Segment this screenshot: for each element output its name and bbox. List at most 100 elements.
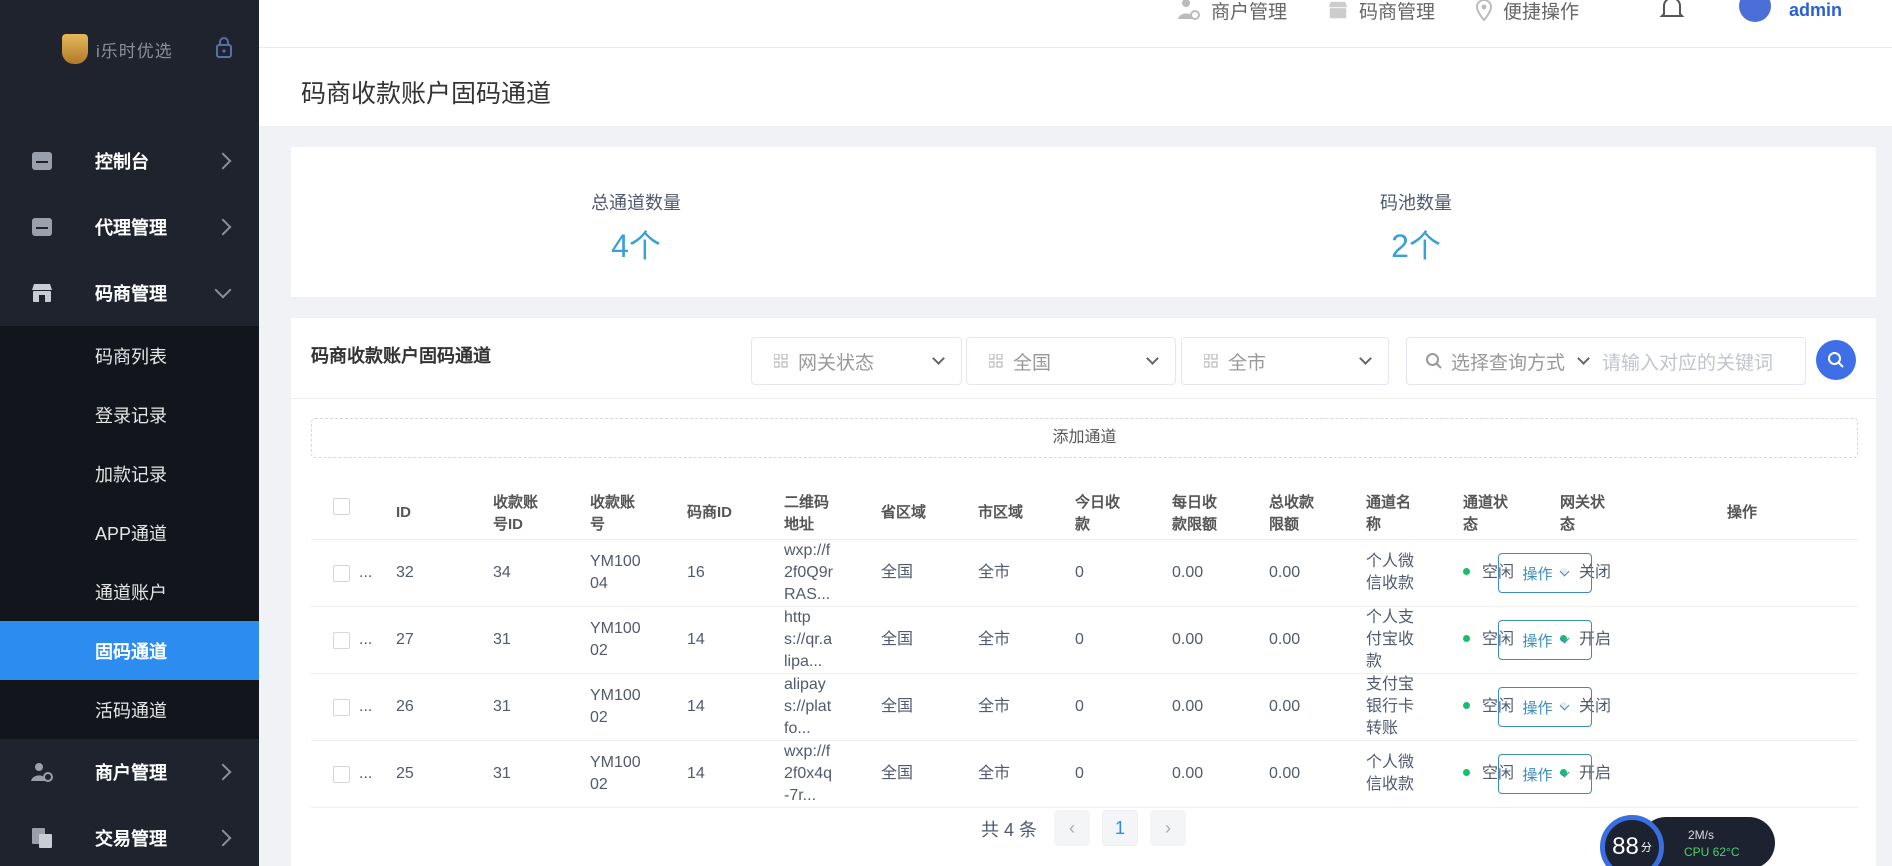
card-title: 码商收款账户固码通道	[311, 346, 491, 366]
status-dot	[1463, 568, 1470, 576]
keyword-input[interactable]: 请输入对应的关键词	[1602, 348, 1773, 375]
cell-daily-limit: 0.00	[1172, 765, 1204, 782]
sidebar-item-transaction-manage[interactable]: 交易管理	[0, 805, 259, 866]
cell-daily-limit: 0.00	[1172, 564, 1204, 581]
row-expand[interactable]: ...	[359, 629, 372, 651]
select-value: 网关状态	[798, 352, 875, 374]
sidebar-item-agent[interactable]: 代理管理	[0, 194, 259, 260]
search-icon	[1426, 353, 1442, 369]
row-checkbox[interactable]	[333, 699, 350, 716]
user-name[interactable]: admin	[1789, 0, 1842, 21]
cell-account-no: YM100 02	[590, 687, 641, 726]
cell-today: 0	[1075, 631, 1084, 648]
user-gear-icon	[31, 763, 53, 782]
cell-account-id: 31	[493, 698, 511, 715]
action-button[interactable]: 操作	[1498, 553, 1592, 593]
chevron-right-icon	[214, 829, 232, 847]
row-checkbox[interactable]	[333, 565, 350, 582]
bell-icon[interactable]	[1659, 0, 1685, 20]
monitor-icon	[32, 218, 52, 236]
cell-province: 全国	[881, 765, 914, 782]
chevron-right-icon	[214, 218, 232, 236]
select-all-checkbox[interactable]	[333, 498, 350, 515]
chevron-down-icon	[214, 281, 232, 299]
next-page-button[interactable]: ›	[1150, 810, 1186, 846]
chevron-down-icon	[1559, 767, 1569, 777]
cell-account-no: YM100 02	[590, 620, 641, 659]
row-checkbox[interactable]	[333, 632, 350, 649]
status-dot	[1463, 635, 1470, 643]
sidebar-item-fixed-code-channel[interactable]: 固码通道	[0, 621, 259, 680]
lock-icon[interactable]	[215, 36, 233, 58]
col-city: 市区域	[978, 504, 1024, 521]
grid-icon	[774, 354, 788, 368]
chevron-down-icon	[1559, 633, 1569, 643]
system-monitor-widget[interactable]: 88 分 2M/s CPU 62°C	[1600, 815, 1775, 866]
row-expand[interactable]: ...	[359, 763, 372, 785]
col-province: 省区域	[881, 504, 927, 521]
status-dot	[1463, 769, 1470, 777]
gateway-status-select[interactable]: 网关状态	[751, 337, 962, 385]
network-speed: 2M/s	[1688, 828, 1715, 842]
row-expand[interactable]: ...	[359, 562, 372, 584]
sidebar-item-label: 代理管理	[95, 218, 167, 238]
action-button[interactable]: 操作	[1498, 687, 1592, 727]
top-bar: 商户管理 码商管理 便捷操作 admin	[259, 0, 1892, 48]
cell-total-limit: 0.00	[1269, 631, 1301, 648]
sidebar-item-live-code-channel[interactable]: 活码通道	[0, 680, 259, 739]
avatar[interactable]	[1739, 0, 1771, 22]
row-expand[interactable]: ...	[359, 696, 372, 718]
col-gateway-status: 网关状态	[1560, 494, 1606, 533]
cpu-temp: CPU 62°C	[1684, 845, 1740, 859]
topnav-code-merchant[interactable]: 码商管理	[1327, 0, 1435, 23]
select-value: 全国	[1013, 352, 1052, 374]
chevron-down-icon	[1359, 352, 1372, 365]
cell-daily-limit: 0.00	[1172, 631, 1204, 648]
stat-label: 码池数量	[1380, 193, 1452, 213]
sidebar-item-channel-account[interactable]: 通道账户	[0, 562, 259, 621]
sidebar-item-merchant-list[interactable]: 码商列表	[0, 326, 259, 385]
cell-merchant-id: 14	[687, 698, 705, 715]
sidebar-item-topup-records[interactable]: 加款记录	[0, 444, 259, 503]
topnav-quick-ops[interactable]: 便捷操作	[1475, 0, 1579, 23]
sidebar-item-login-records[interactable]: 登录记录	[0, 385, 259, 444]
cell-daily-limit: 0.00	[1172, 698, 1204, 715]
cell-name: 支付宝 银行卡 转账	[1366, 676, 1415, 737]
cell-province: 全国	[881, 631, 914, 648]
sidebar-item-merchant-manage[interactable]: 商户管理	[0, 739, 259, 805]
prev-page-button[interactable]: ‹	[1054, 810, 1090, 846]
cell-id: 27	[396, 631, 414, 648]
table-header: ID 收款账 号ID 收款账号 码商ID 二维码 地址 省区域 市区域 今日收款 每…	[311, 476, 1858, 540]
score-unit: 分	[1640, 842, 1652, 854]
search-icon	[1828, 352, 1844, 368]
table-row: ... 26 31 YM100 02 14 alipay s://plat fo...…	[311, 674, 1858, 741]
query-mode-select[interactable]: 选择查询方式	[1451, 348, 1565, 375]
cell-account-no: YM100 02	[590, 754, 641, 793]
chevron-down-icon	[1559, 700, 1569, 710]
cell-total-limit: 0.00	[1269, 765, 1301, 782]
cell-city: 全市	[978, 698, 1011, 715]
table-row: ... 27 31 YM100 02 14 http s://qr.a lipa...…	[311, 607, 1858, 674]
add-channel-button[interactable]: 添加通道	[311, 418, 1858, 458]
city-select[interactable]: 全市	[1181, 337, 1389, 385]
topnav-merchant-manage[interactable]: 商户管理	[1177, 0, 1287, 23]
grid-icon	[989, 354, 1003, 368]
col-channel-status: 通道状态	[1463, 494, 1509, 533]
row-checkbox[interactable]	[333, 766, 350, 783]
col-qr: 二维码 地址	[784, 494, 830, 533]
action-button[interactable]: 操作	[1498, 754, 1592, 794]
user-gear-icon	[1178, 0, 1200, 20]
sidebar-item-dashboard[interactable]: 控制台	[0, 128, 259, 194]
cell-account-id: 31	[493, 631, 511, 648]
stat-value: 2个	[1391, 228, 1441, 264]
sidebar-item-code-merchant[interactable]: 码商管理	[0, 260, 259, 326]
logo-shield-icon	[62, 34, 88, 64]
province-select[interactable]: 全国	[966, 337, 1176, 385]
page-number-button[interactable]: 1	[1102, 810, 1138, 846]
sidebar-item-app-channel[interactable]: APP通道	[0, 503, 259, 562]
topnav-label: 码商管理	[1359, 1, 1436, 23]
action-button[interactable]: 操作	[1498, 620, 1592, 660]
search-button[interactable]	[1816, 340, 1856, 380]
cell-today: 0	[1075, 765, 1084, 782]
col-today: 今日收款	[1075, 494, 1121, 533]
